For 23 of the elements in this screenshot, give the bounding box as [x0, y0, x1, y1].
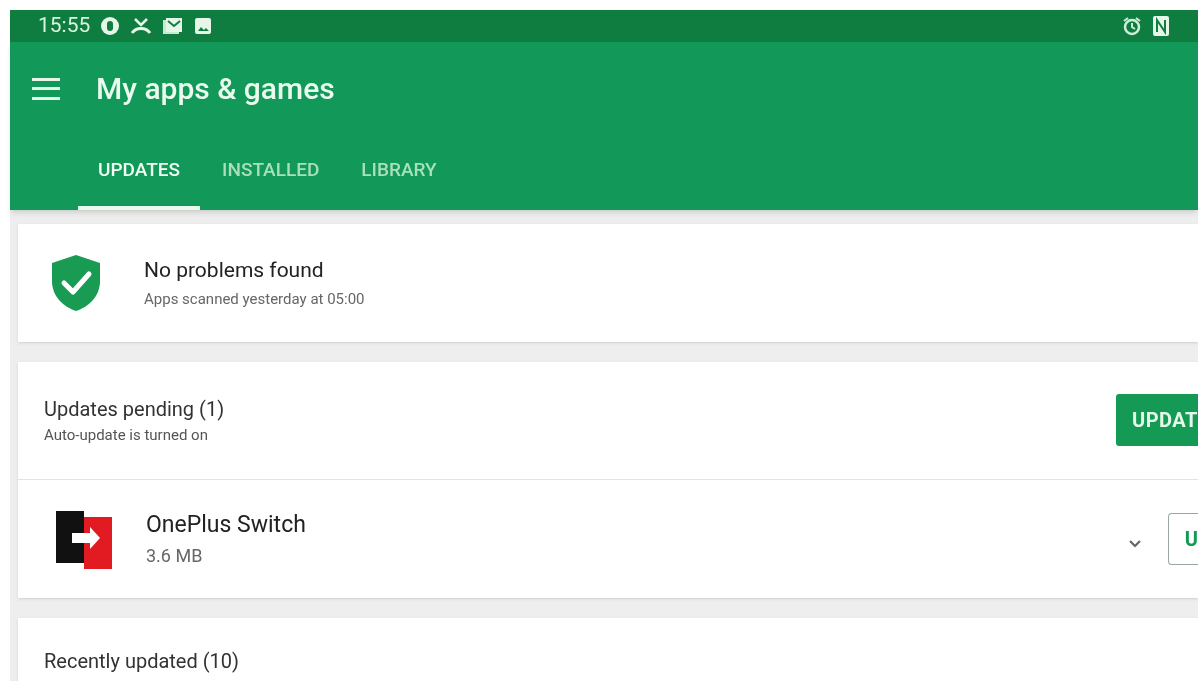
- mail-icon: [162, 15, 185, 36]
- updates-subtitle: Auto-update is turned on: [44, 424, 209, 446]
- update-all-button[interactable]: UPDAT: [1116, 394, 1198, 446]
- missed-call-icon: [130, 15, 153, 36]
- tab[interactable]: LIBRARY: [341, 135, 457, 210]
- nfc-icon: [1152, 14, 1170, 37]
- status-time: 15:55: [38, 12, 91, 39]
- menu-button[interactable]: [32, 77, 60, 100]
- image-icon: [194, 16, 213, 35]
- recent-title: Recently updated (10): [44, 648, 239, 673]
- app-size: 3.6 MB: [146, 544, 204, 569]
- security-subtitle: Apps scanned yesterday at 05:00: [144, 289, 365, 310]
- security-title: No problems found: [144, 256, 325, 284]
- app-name: OnePlus Switch: [146, 509, 306, 540]
- tab[interactable]: INSTALLED: [202, 135, 340, 210]
- chevron-down-icon[interactable]: [1127, 539, 1142, 548]
- notification-icon: [100, 15, 121, 36]
- app-icon: [54, 508, 114, 569]
- screen-title: My apps & games: [96, 70, 335, 108]
- alarm-icon: [1122, 15, 1142, 36]
- update-button[interactable]: U: [1167, 512, 1198, 565]
- tab[interactable]: UPDATES: [78, 135, 200, 210]
- updates-title: Updates pending (1): [44, 395, 225, 423]
